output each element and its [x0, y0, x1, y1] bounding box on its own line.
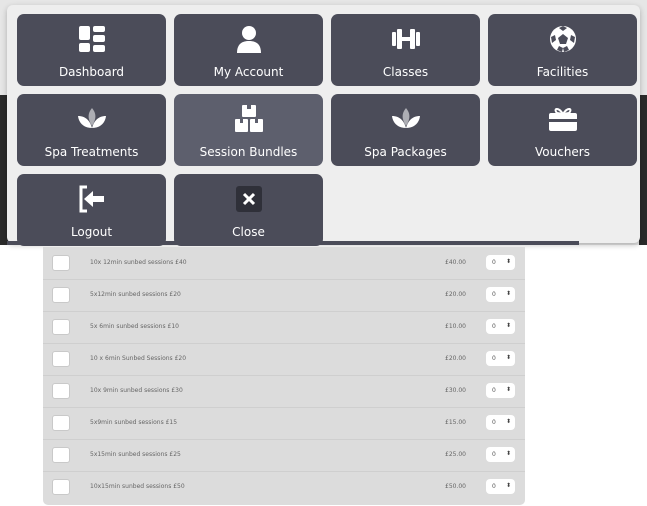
list-item: 5x15min sunbed sessions £25 £25.00 0 ⬍ — [43, 440, 525, 472]
product-name: 5x15min sunbed sessions £25 — [90, 451, 181, 458]
menu-tile-close[interactable]: Close — [174, 174, 323, 246]
menu-tile-spa-packages[interactable]: Spa Packages — [331, 94, 480, 166]
product-name: 5x12min sunbed sessions £20 — [90, 291, 181, 298]
product-price: £20.00 — [445, 355, 466, 362]
chevron-updown-icon: ⬍ — [505, 418, 511, 425]
chevron-updown-icon: ⬍ — [505, 354, 511, 361]
product-price: £50.00 — [445, 483, 466, 490]
quantity-select[interactable]: 0 ⬍ — [486, 351, 515, 366]
quantity-value: 0 — [492, 291, 496, 298]
quantity-select[interactable]: 0 ⬍ — [486, 415, 515, 430]
chevron-updown-icon: ⬍ — [505, 450, 511, 457]
menu-tile-facilities[interactable]: Facilities — [488, 14, 637, 86]
quantity-value: 0 — [492, 259, 496, 266]
product-name: 10x 9min sunbed sessions £30 — [90, 387, 183, 394]
page-backdrop-right — [639, 95, 647, 245]
product-name: 10 x 6min Sunbed Sessions £20 — [90, 355, 187, 362]
chevron-updown-icon: ⬍ — [505, 322, 511, 329]
menu-tile-spa-treatments[interactable]: Spa Treatments — [17, 94, 166, 166]
product-price: £25.00 — [445, 451, 466, 458]
menu-tile-label: Spa Packages — [364, 145, 447, 159]
product-price: £40.00 — [445, 259, 466, 266]
menu-tile-label: Close — [232, 225, 265, 239]
chevron-updown-icon: ⬍ — [505, 386, 511, 393]
list-item: 10x15min sunbed sessions £50 £50.00 0 ⬍ — [43, 472, 525, 504]
product-name: 5x 6min sunbed sessions £10 — [90, 323, 179, 330]
product-name: 10x15min sunbed sessions £50 — [90, 483, 185, 490]
menu-tile-session-bundles[interactable]: Session Bundles — [174, 94, 323, 166]
product-list: 10x 12min sunbed sessions £40 £40.00 0 ⬍ … — [43, 247, 525, 505]
quantity-value: 0 — [492, 483, 496, 490]
image-placeholder-icon — [52, 287, 70, 303]
logout-icon — [75, 182, 109, 216]
quantity-select[interactable]: 0 ⬍ — [486, 479, 515, 494]
list-item: 5x9min sunbed sessions £15 £15.00 0 ⬍ — [43, 408, 525, 440]
menu-tile-label: Vouchers — [535, 145, 590, 159]
quantity-select[interactable]: 0 ⬍ — [486, 287, 515, 302]
quantity-value: 0 — [492, 451, 496, 458]
boxes-icon — [232, 102, 266, 136]
menu-tile-label: Spa Treatments — [44, 145, 139, 159]
image-placeholder-icon — [52, 447, 70, 463]
product-price: £10.00 — [445, 323, 466, 330]
menu-tile-label: Session Bundles — [199, 145, 298, 159]
product-name: 5x9min sunbed sessions £15 — [90, 419, 178, 426]
list-item: 10x 12min sunbed sessions £40 £40.00 0 ⬍ — [43, 248, 525, 280]
product-price: £30.00 — [445, 387, 466, 394]
list-item: 10 x 6min Sunbed Sessions £20 £20.00 0 ⬍ — [43, 344, 525, 376]
menu-tile-label: Facilities — [536, 65, 589, 79]
quantity-value: 0 — [492, 387, 496, 394]
soccer-ball-icon — [546, 22, 580, 56]
quantity-select[interactable]: 0 ⬍ — [486, 447, 515, 462]
menu-tile-label: Logout — [70, 225, 113, 239]
menu-tile-vouchers[interactable]: Vouchers — [488, 94, 637, 166]
chevron-updown-icon: ⬍ — [505, 290, 511, 297]
product-price: £15.00 — [445, 419, 466, 426]
quantity-select[interactable]: 0 ⬍ — [486, 319, 515, 334]
dumbbell-icon — [389, 22, 423, 56]
close-icon — [232, 182, 266, 216]
menu-tile-my-account[interactable]: My Account — [174, 14, 323, 86]
menu-tile-logout[interactable]: Logout — [17, 174, 166, 246]
quantity-value: 0 — [492, 355, 496, 362]
chevron-updown-icon: ⬍ — [505, 258, 511, 265]
image-placeholder-icon — [52, 255, 70, 271]
user-icon — [232, 22, 266, 56]
menu-tile-label: Dashboard — [58, 65, 125, 79]
gift-card-icon — [546, 102, 580, 136]
quantity-value: 0 — [492, 419, 496, 426]
lotus-icon — [389, 102, 423, 136]
list-item: 5x 6min sunbed sessions £10 £10.00 0 ⬍ — [43, 312, 525, 344]
list-item: 10x 9min sunbed sessions £30 £30.00 0 ⬍ — [43, 376, 525, 408]
list-item: 5x12min sunbed sessions £20 £20.00 0 ⬍ — [43, 280, 525, 312]
product-price: £20.00 — [445, 291, 466, 298]
image-placeholder-icon — [52, 479, 70, 495]
image-placeholder-icon — [52, 351, 70, 367]
product-name: 10x 12min sunbed sessions £40 — [90, 259, 187, 266]
image-placeholder-icon — [52, 383, 70, 399]
menu-tile-label: Classes — [382, 65, 429, 79]
menu-tile-classes[interactable]: Classes — [331, 14, 480, 86]
quantity-select[interactable]: 0 ⬍ — [486, 255, 515, 270]
menu-tile-label: My Account — [213, 65, 284, 79]
quantity-value: 0 — [492, 323, 496, 330]
menu-tile-dashboard[interactable]: Dashboard — [17, 14, 166, 86]
chevron-updown-icon: ⬍ — [505, 482, 511, 489]
lotus-icon — [75, 102, 109, 136]
image-placeholder-icon — [52, 415, 70, 431]
image-placeholder-icon — [52, 319, 70, 335]
quantity-select[interactable]: 0 ⬍ — [486, 383, 515, 398]
dashboard-icon — [75, 22, 109, 56]
